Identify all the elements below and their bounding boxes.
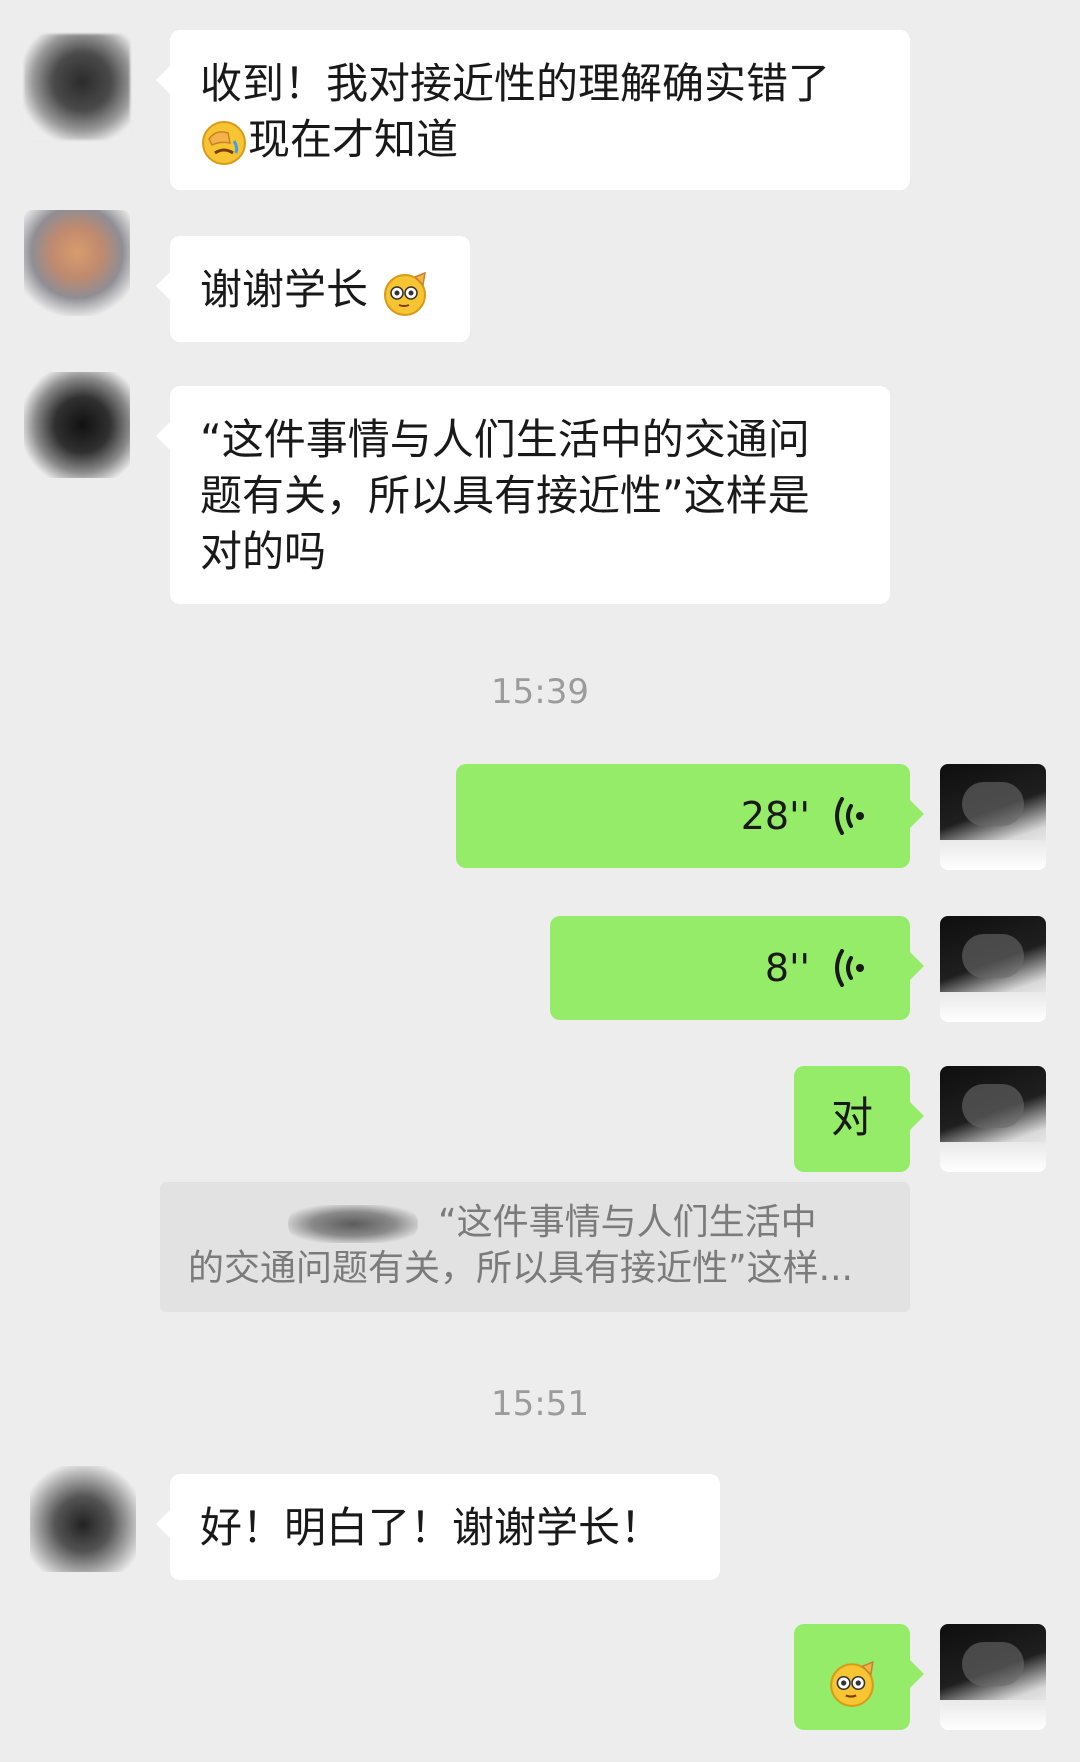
message-text: 收到！我对接近性的理解确实错了	[200, 59, 831, 108]
voice-duration: 8''	[764, 946, 810, 990]
message-text: 现在才知道	[248, 115, 459, 164]
my-avatar[interactable]	[940, 1624, 1046, 1730]
voice-wave-icon	[835, 949, 864, 987]
contact-avatar[interactable]	[24, 372, 130, 478]
facepalm-emoji-icon	[202, 120, 246, 165]
message-bubble-sent[interactable]: 对	[794, 1066, 924, 1172]
my-avatar[interactable]	[940, 764, 1046, 870]
message-bubble-received[interactable]: 收到！我对接近性的理解确实错了 现在才知道	[156, 30, 910, 190]
quoted-message[interactable]: “这件事情与人们生活中 的交通问题有关，所以具有接近性”这样...	[160, 1182, 910, 1312]
message-bubble-received[interactable]: 谢谢学长	[156, 236, 470, 342]
quote-line: “这件事情与人们生活中	[188, 1200, 882, 1246]
salute-emoji-icon	[384, 271, 427, 316]
voice-duration: 28''	[740, 794, 810, 838]
voice-message-bubble[interactable]: 8''	[550, 916, 924, 1020]
message-text-line: 现在才知道	[200, 112, 880, 168]
my-avatar[interactable]	[940, 916, 1046, 1022]
quote-text: 的交通问题有关，所以具有接近性”这样...	[188, 1248, 853, 1289]
timestamp: 15:51	[491, 1384, 589, 1424]
message-bubble-sent[interactable]	[794, 1624, 924, 1730]
quote-text: “这件事情与人们生活中	[438, 1202, 817, 1243]
contact-avatar[interactable]	[30, 1466, 136, 1572]
contact-avatar[interactable]	[24, 34, 130, 140]
message-text: “这件事情与人们生活中的交通问	[200, 415, 810, 464]
timestamp: 15:39	[491, 672, 589, 712]
contact-avatar[interactable]	[24, 210, 130, 316]
message-text: 谢谢学长	[200, 265, 369, 314]
voice-wave-icon	[835, 797, 864, 835]
quoted-sender-name	[288, 1205, 418, 1243]
my-avatar[interactable]	[940, 1066, 1046, 1172]
message-text: 好！明白了！谢谢学长！	[200, 1503, 663, 1552]
message-text: 对的吗	[200, 527, 327, 576]
message-text: 题有关，所以具有接近性”这样是	[200, 471, 810, 520]
message-bubble-received[interactable]: “这件事情与人们生活中的交通问 题有关，所以具有接近性”这样是 对的吗	[156, 386, 890, 604]
message-text: 对	[830, 1093, 873, 1142]
salute-emoji-icon	[830, 1660, 874, 1707]
voice-message-bubble[interactable]: 28''	[456, 764, 924, 868]
message-bubble-received[interactable]: 好！明白了！谢谢学长！	[156, 1474, 720, 1580]
